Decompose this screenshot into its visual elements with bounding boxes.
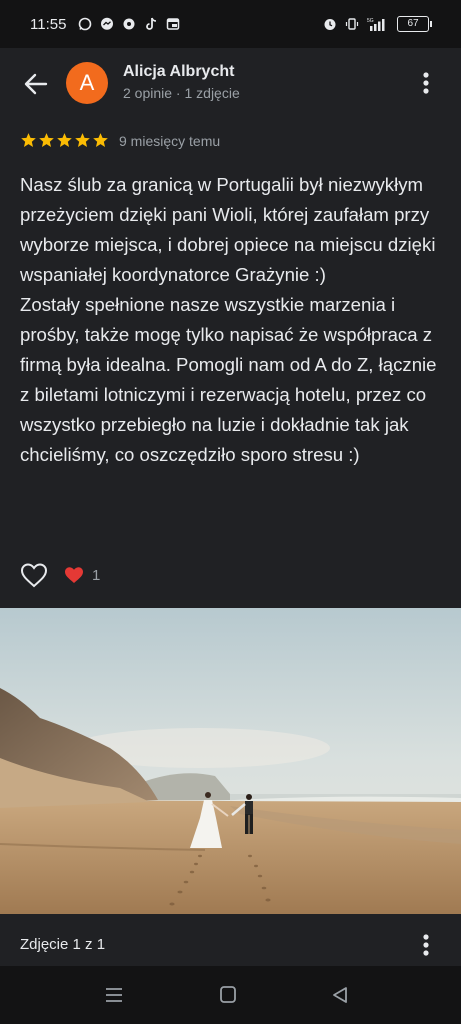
red-heart-icon [65, 567, 83, 583]
status-left: 11:55 [30, 16, 180, 33]
photo-counter: Zdjęcie 1 z 1 [20, 936, 106, 953]
star-icon [57, 133, 72, 147]
star-icon [21, 133, 36, 147]
star-rating [20, 132, 109, 149]
beach-wedding-photo [0, 608, 461, 914]
review-header: A Alicja Albrycht 2 opinie · 1 zdjęcie [0, 48, 461, 120]
photo-footer: Zdjęcie 1 z 1 [0, 914, 461, 966]
star-icon [75, 133, 90, 147]
avatar[interactable]: A [66, 62, 108, 104]
review-actions: 1 [20, 562, 100, 588]
5g-signal-icon: 5G [367, 18, 385, 31]
status-time: 11:55 [30, 15, 67, 33]
more-options-icon[interactable] [414, 68, 438, 98]
rating-row: 9 miesięcy temu [20, 132, 220, 149]
tiktok-icon [146, 17, 157, 30]
battery-indicator: 67 [397, 16, 432, 32]
status-bar: 11:55 5G 67 [0, 0, 461, 48]
reaction-count: 1 [92, 566, 101, 584]
review-time: 9 miesięcy temu [119, 132, 221, 149]
svg-text:5G: 5G [367, 18, 374, 24]
review-text: Nasz ślub za granicą w Portugalii był ni… [20, 174, 437, 465]
back-arrow-icon[interactable] [22, 70, 50, 98]
star-icon [93, 133, 108, 147]
vibrate-icon [345, 18, 359, 30]
review-photo[interactable] [0, 608, 461, 914]
author-name[interactable]: Alicja Albrycht [123, 63, 234, 81]
system-nav-bar [0, 966, 461, 1024]
whatsapp-icon [79, 17, 92, 31]
status-right: 5G 67 [323, 16, 432, 32]
star-icon [39, 133, 54, 147]
home-icon[interactable] [216, 984, 240, 1006]
back-icon[interactable] [328, 984, 352, 1006]
heart-outline-icon[interactable] [20, 562, 48, 588]
settings-icon [123, 18, 135, 30]
calendar-icon [167, 18, 180, 30]
photo-more-options-icon[interactable] [414, 930, 438, 960]
messenger-icon [101, 17, 114, 30]
reaction-summary[interactable]: 1 [64, 566, 100, 584]
author-meta: 2 opinie · 1 zdjęcie [123, 85, 240, 101]
alarm-icon [324, 19, 336, 30]
menu-icon[interactable] [102, 984, 126, 1006]
